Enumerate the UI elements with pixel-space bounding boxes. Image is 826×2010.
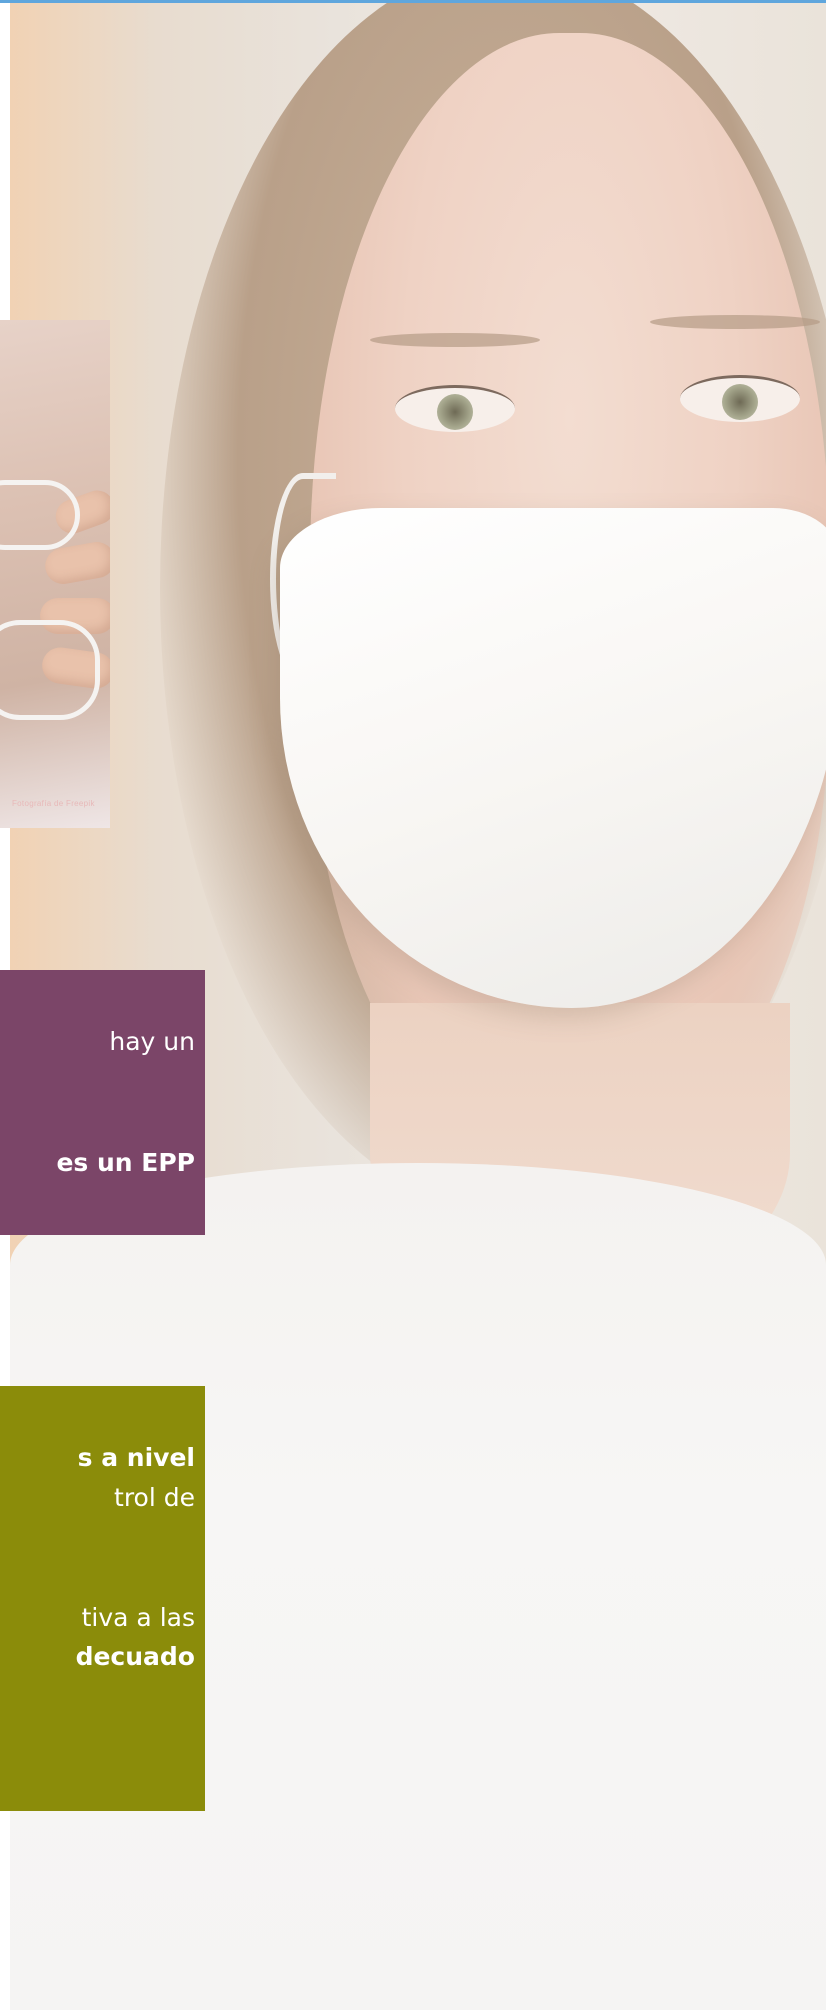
info-card-purple: hay un es un EPP	[0, 970, 205, 1235]
card-text-line: tiva a las	[81, 1603, 195, 1632]
card-text-line-bold: decuado	[75, 1642, 195, 1671]
mask-loop	[0, 480, 80, 550]
left-eye	[395, 385, 515, 432]
photo-credit: Fotografía de Freepik	[12, 799, 95, 808]
mask-loop	[0, 620, 100, 720]
info-card-olive: s a nivel trol de tiva a las decuado	[0, 1386, 205, 1811]
card-text-line-bold: es un EPP	[56, 1148, 195, 1177]
card-text-line: hay un	[109, 1027, 195, 1056]
card-text-line-bold: s a nivel	[77, 1443, 195, 1472]
inset-photo-hands-with-mask: Fotografía de Freepik	[0, 320, 110, 828]
right-eyebrow	[650, 315, 820, 329]
right-eye	[680, 375, 800, 422]
card-text-line: trol de	[114, 1483, 195, 1512]
left-eyebrow	[370, 333, 540, 347]
